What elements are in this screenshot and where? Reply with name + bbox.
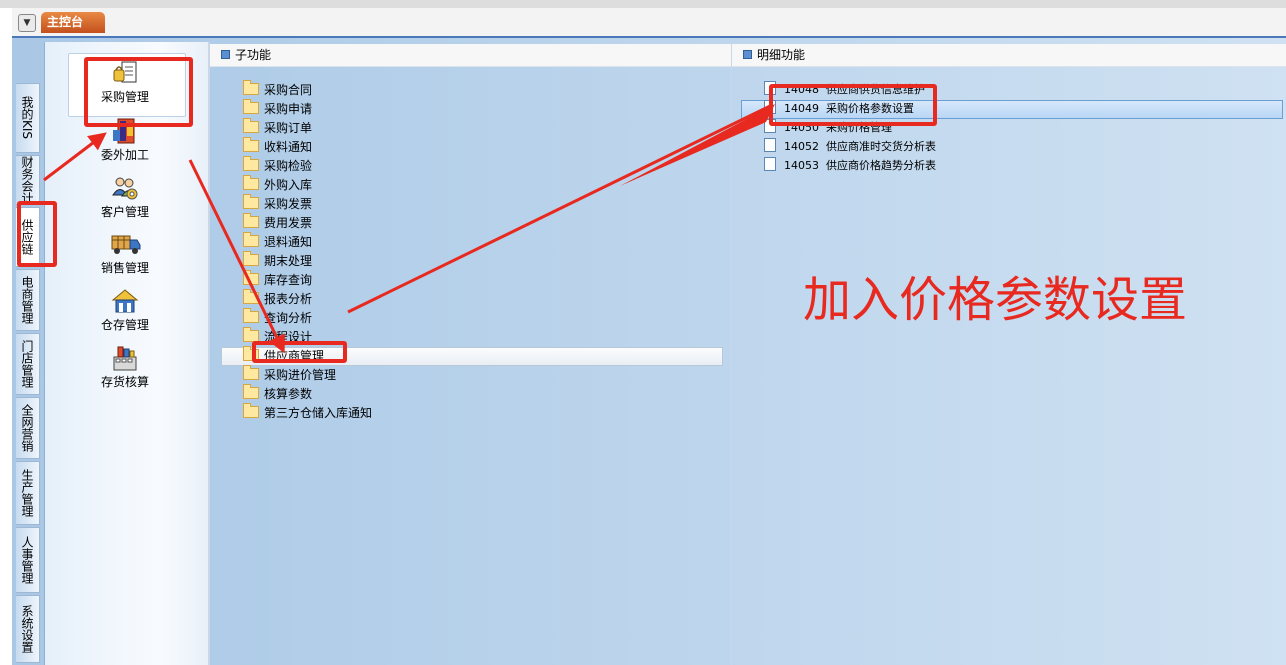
- arrow-to-detail-thin: [347, 104, 771, 314]
- annotation-arrows: [43, 104, 775, 354]
- arrow-to-supplier: [188, 159, 285, 354]
- annotation-text: 加入价格参数设置: [803, 272, 1188, 328]
- arrow-to-purchase: [43, 132, 107, 182]
- arrow-to-detail-head: [620, 104, 775, 186]
